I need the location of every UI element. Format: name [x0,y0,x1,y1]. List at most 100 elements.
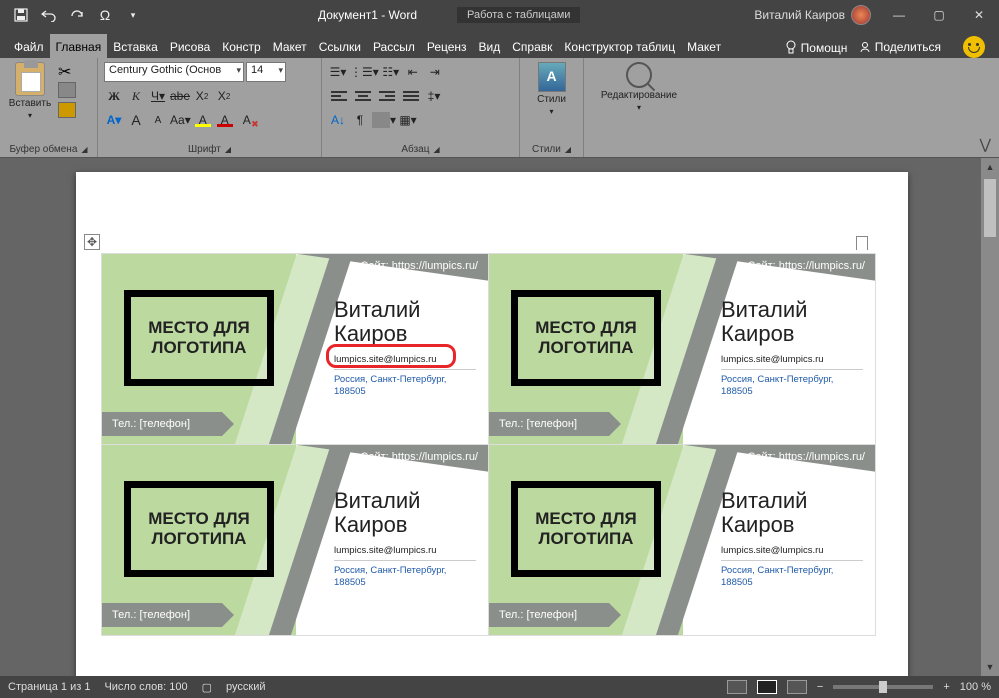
share-button[interactable]: Поделиться [859,40,941,54]
tab-mailings[interactable]: Рассыл [367,34,421,58]
increase-indent-button[interactable]: ⇥ [425,62,445,82]
clear-formatting-button[interactable]: A✖ [237,110,257,130]
font-size-combo[interactable]: 14 [246,62,286,82]
business-card[interactable]: Сайт: https://lumpics.ru/ МЕСТО ДЛЯ ЛОГО… [488,253,876,445]
show-marks-button[interactable]: ¶ [350,110,370,130]
group-paragraph: ☰▾ ⋮☰▾ ☷▾ ⇤ ⇥ ‡▾ A↓ ¶ ▾ ▦▾ [322,58,520,157]
superscript-button[interactable]: X2 [214,86,234,106]
change-case-button[interactable]: Aa▾ [170,110,191,130]
grow-font-button[interactable]: A [126,110,146,130]
underline-button[interactable]: Ч▾ [148,86,168,106]
user-account[interactable]: Виталий Каиров [754,5,879,25]
business-card[interactable]: Сайт: https://lumpics.ru/ МЕСТО ДЛЯ ЛОГО… [101,253,489,445]
collapse-ribbon-icon[interactable]: ⋁ [980,136,991,153]
business-card[interactable]: Сайт: https://lumpics.ru/ МЕСТО ДЛЯ ЛОГО… [488,444,876,636]
multilevel-button[interactable]: ☷▾ [381,62,401,82]
line-spacing-button[interactable]: ‡▾ [424,86,444,106]
group-editing: Редактирование▾ [584,58,694,157]
save-icon[interactable] [10,4,32,26]
borders-button[interactable]: ▦▾ [398,110,418,130]
font-name-combo[interactable]: Century Gothic (Основ [104,62,244,82]
tab-references[interactable]: Ссылки [313,34,367,58]
italic-button[interactable]: К [126,86,146,106]
tab-layout[interactable]: Макет [267,34,313,58]
view-read-button[interactable] [727,680,747,694]
font-launcher-icon[interactable]: ◢ [225,145,231,154]
bold-button[interactable]: Ж [104,86,124,106]
tell-me[interactable]: Помощн [785,40,847,55]
avatar [851,5,871,25]
table-column-handle-icon[interactable] [856,236,868,250]
shrink-font-button[interactable]: A [148,110,168,130]
view-web-button[interactable] [787,680,807,694]
view-print-button[interactable] [757,680,777,694]
styles-icon [538,62,566,92]
justify-button[interactable] [400,86,422,106]
align-center-button[interactable] [352,86,374,106]
status-bar: Страница 1 из 1 Число слов: 100 ▢ русски… [0,676,999,698]
scroll-down-icon[interactable]: ▼ [981,658,999,676]
tab-home[interactable]: Главная [50,34,108,58]
shading-button[interactable]: ▾ [372,110,396,130]
editing-button[interactable]: Редактирование▾ [601,62,677,112]
status-words[interactable]: Число слов: 100 [104,681,187,693]
paste-button[interactable]: Вставить ▾ [6,62,54,120]
table-move-handle-icon[interactable]: ✥ [84,234,100,250]
zoom-in-button[interactable]: + [943,681,949,693]
cut-button[interactable]: ✂ [58,62,76,78]
document-title: Документ1 - Word [318,8,417,22]
redo-icon[interactable] [66,4,88,26]
group-clipboard: Вставить ▾ ✂ Буфер обмена◢ [0,58,98,157]
card-email: lumpics.site@lumpics.ru [334,354,437,365]
sort-button[interactable]: A↓ [328,110,348,130]
zoom-level[interactable]: 100 % [960,681,991,693]
tab-table-design[interactable]: Конструктор таблиц [558,34,681,58]
strike-button[interactable]: abe [170,86,190,106]
group-styles: Стили▾ Стили◢ [520,58,584,157]
styles-launcher-icon[interactable]: ◢ [565,145,571,154]
font-color-button[interactable]: A [215,110,235,130]
subscript-button[interactable]: X2 [192,86,212,106]
format-painter-button[interactable] [58,102,76,118]
decrease-indent-button[interactable]: ⇤ [403,62,423,82]
text-effects-button[interactable]: A▾ [104,110,124,130]
scroll-thumb[interactable] [983,178,997,238]
zoom-slider[interactable] [833,685,933,689]
tab-view[interactable]: Вид [473,34,507,58]
symbol-button[interactable]: Ω [94,4,116,26]
business-card[interactable]: Сайт: https://lumpics.ru/ МЕСТО ДЛЯ ЛОГО… [101,444,489,636]
maximize-button[interactable]: ▢ [919,0,959,30]
status-page[interactable]: Страница 1 из 1 [8,681,90,693]
clipboard-icon [15,62,45,96]
card-name: ВиталийКаиров [334,298,420,346]
undo-icon[interactable] [38,4,60,26]
bullets-button[interactable]: ☰▾ [328,62,348,82]
clipboard-launcher-icon[interactable]: ◢ [81,145,87,154]
paragraph-launcher-icon[interactable]: ◢ [433,145,439,154]
status-proofing-icon[interactable]: ▢ [202,681,212,694]
tab-help[interactable]: Справк [506,34,558,58]
styles-button[interactable]: Стили▾ [528,62,576,116]
tab-draw[interactable]: Рисова [164,34,216,58]
scroll-up-icon[interactable]: ▲ [981,158,999,176]
close-button[interactable]: ✕ [959,0,999,30]
align-right-button[interactable] [376,86,398,106]
numbering-button[interactable]: ⋮☰▾ [350,62,379,82]
zoom-out-button[interactable]: − [817,681,823,693]
tab-review[interactable]: Реценз [421,34,473,58]
feedback-icon[interactable] [963,36,985,58]
vertical-scrollbar[interactable]: ▲ ▼ [981,158,999,676]
tab-design[interactable]: Констр [216,34,266,58]
page[interactable]: ✥ Сайт: https://lumpics.ru/ МЕСТО ДЛЯ ЛО… [76,172,908,676]
minimize-button[interactable]: ― [879,0,919,30]
align-left-button[interactable] [328,86,350,106]
ribbon-tabs: Файл Главная Вставка Рисова Констр Макет… [0,30,999,58]
tab-insert[interactable]: Вставка [107,34,164,58]
copy-button[interactable] [58,82,76,98]
highlight-button[interactable]: A [193,110,213,130]
table-tools-label: Работа с таблицами [457,7,580,23]
tab-table-layout[interactable]: Макет [681,34,727,58]
tab-file[interactable]: Файл [8,34,50,58]
status-language[interactable]: русский [226,681,265,693]
qat-more-icon[interactable]: ▾ [122,4,144,26]
